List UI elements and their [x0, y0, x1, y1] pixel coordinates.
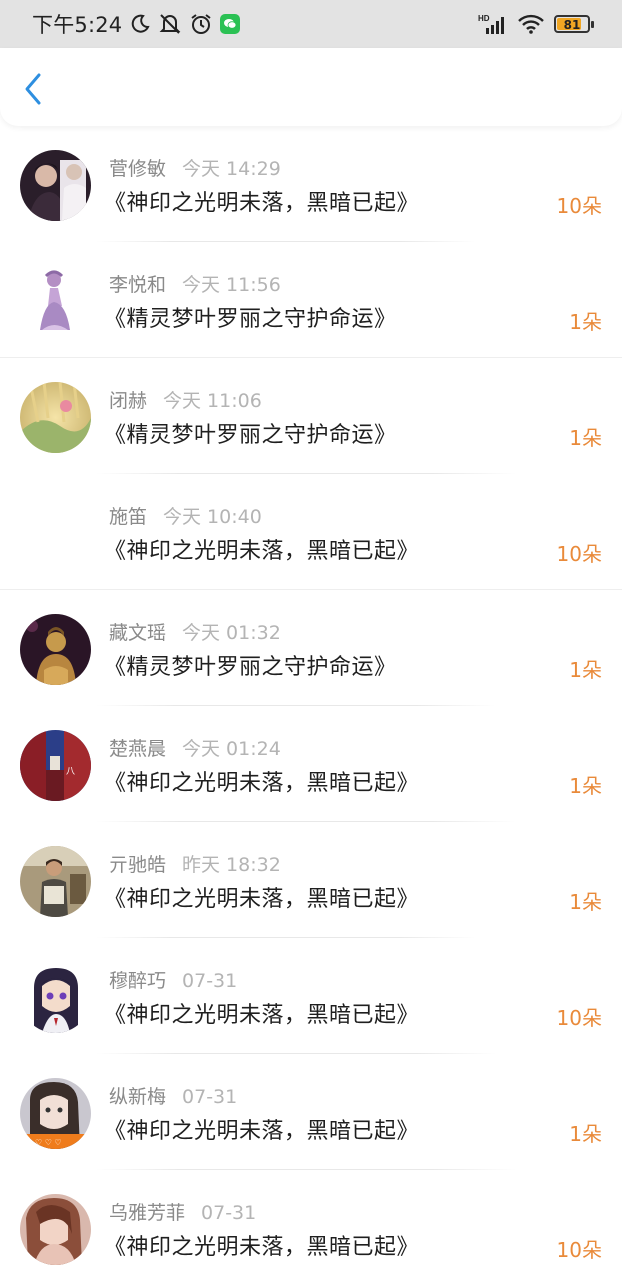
flower-count: 1朵	[569, 774, 602, 798]
sender-name[interactable]: 施笛	[109, 506, 147, 528]
gift-row[interactable]: 藏文瑶 今天 01:32 《精灵梦叶罗丽之守护命运》 1朵	[0, 590, 622, 706]
mute-icon	[158, 13, 182, 35]
flower-count: 10朵	[556, 1006, 602, 1030]
svg-text:♡ ♡ ♡: ♡ ♡ ♡	[35, 1138, 62, 1147]
avatar[interactable]	[20, 382, 91, 453]
chevron-left-icon	[25, 73, 41, 105]
gift-row[interactable]: 李悦和 今天 11:56 《精灵梦叶罗丽之守护命运》 1朵	[0, 242, 622, 358]
flower-count: 1朵	[569, 1122, 602, 1146]
gift-time: 今天 10:40	[163, 506, 262, 528]
sender-line: 纵新梅 07-31	[109, 1082, 237, 1109]
sender-line: 楚燕晨 今天 01:24	[109, 734, 281, 761]
avatar[interactable]	[20, 266, 91, 337]
flower-count: 1朵	[569, 426, 602, 450]
book-title[interactable]: 《精灵梦叶罗丽之守护命运》	[104, 417, 397, 449]
wifi-icon	[518, 14, 544, 34]
network-label: HD	[478, 14, 490, 23]
book-title[interactable]: 《神印之光明未落，黑暗已起》	[104, 533, 419, 565]
sender-name[interactable]: 纵新梅	[109, 1086, 166, 1108]
wechat-icon	[220, 14, 241, 34]
sender-line: 乌雅芳菲 07-31	[109, 1198, 256, 1225]
gift-row[interactable]: ♡ ♡ ♡ 纵新梅 07-31 《神印之光明未落，黑暗已起》 1朵	[0, 1054, 622, 1170]
moon-icon	[130, 14, 150, 34]
alarm-icon	[190, 13, 212, 35]
status-bar: 下午5:24 HD 81	[0, 0, 622, 48]
gift-row[interactable]: 乌雅芳菲 07-31 《神印之光明未落，黑暗已起》 10朵	[0, 1170, 622, 1280]
battery-icon: 81	[554, 15, 594, 33]
flower-count: 1朵	[569, 658, 602, 682]
sender-name[interactable]: 闭赫	[109, 390, 147, 412]
sender-name[interactable]: 亓驰皓	[109, 854, 166, 876]
gift-time: 今天 11:56	[182, 274, 281, 296]
gift-list: 菅修敏 今天 14:29 《神印之光明未落，黑暗已起》 10朵 李悦和 今天 11:56 《…	[0, 126, 622, 1280]
sender-line: 闭赫 今天 11:06	[109, 386, 262, 413]
gift-row[interactable]: 菅修敏 今天 14:29 《神印之光明未落，黑暗已起》 10朵	[0, 126, 622, 242]
gift-row[interactable]: 施笛 今天 10:40 《神印之光明未落，黑暗已起》 10朵	[0, 474, 622, 590]
flower-count: 10朵	[556, 194, 602, 218]
sender-name[interactable]: 楚燕晨	[109, 738, 166, 760]
gift-time: 07-31	[182, 1086, 238, 1108]
sender-name[interactable]: 穆醉巧	[109, 970, 166, 992]
avatar[interactable]	[20, 1194, 91, 1265]
avatar[interactable]	[20, 498, 91, 569]
back-button[interactable]	[16, 72, 50, 106]
avatar[interactable]: ♡ ♡ ♡	[20, 1078, 91, 1149]
sender-line: 菅修敏 今天 14:29	[109, 154, 281, 181]
gift-time: 今天 14:29	[182, 158, 281, 180]
flower-count: 1朵	[569, 890, 602, 914]
status-right: HD 81	[478, 13, 594, 35]
sender-name[interactable]: 李悦和	[109, 274, 166, 296]
gift-row[interactable]: 穆醉巧 07-31 《神印之光明未落，黑暗已起》 10朵	[0, 938, 622, 1054]
book-title[interactable]: 《精灵梦叶罗丽之守护命运》	[104, 301, 397, 333]
gift-time: 07-31	[201, 1202, 257, 1224]
gift-time: 07-31	[182, 970, 238, 992]
book-title[interactable]: 《神印之光明未落，黑暗已起》	[104, 1113, 419, 1145]
status-time: 下午5:24	[32, 13, 123, 37]
gift-row[interactable]: 亓驰皓 昨天 18:32 《神印之光明未落，黑暗已起》 1朵	[0, 822, 622, 938]
avatar[interactable]	[20, 846, 91, 917]
gift-row[interactable]: 八 楚燕晨 今天 01:24 《神印之光明未落，黑暗已起》 1朵	[0, 706, 622, 822]
avatar[interactable]: 八	[20, 730, 91, 801]
sender-name[interactable]: 乌雅芳菲	[109, 1202, 185, 1224]
status-left: 下午5:24	[32, 9, 241, 39]
gift-row[interactable]: 闭赫 今天 11:06 《精灵梦叶罗丽之守护命运》 1朵	[0, 358, 622, 474]
sender-line: 藏文瑶 今天 01:32	[109, 618, 281, 645]
book-title[interactable]: 《神印之光明未落，黑暗已起》	[104, 881, 419, 913]
avatar[interactable]	[20, 962, 91, 1033]
gift-time: 今天 01:32	[182, 622, 281, 644]
book-title[interactable]: 《神印之光明未落，黑暗已起》	[104, 1229, 419, 1261]
book-title[interactable]: 《神印之光明未落，黑暗已起》	[104, 997, 419, 1029]
book-title[interactable]: 《神印之光明未落，黑暗已起》	[104, 765, 419, 797]
signal-icon: HD	[478, 13, 508, 35]
svg-text:八: 八	[66, 767, 75, 777]
avatar[interactable]	[20, 150, 91, 221]
sender-line: 亓驰皓 昨天 18:32	[109, 850, 281, 877]
battery-cap	[591, 21, 594, 28]
sender-line: 李悦和 今天 11:56	[109, 270, 281, 297]
sender-name[interactable]: 菅修敏	[109, 158, 166, 180]
sender-line: 穆醉巧 07-31	[109, 966, 237, 993]
sender-line: 施笛 今天 10:40	[109, 502, 262, 529]
gift-time: 昨天 18:32	[182, 854, 281, 876]
sender-name[interactable]: 藏文瑶	[109, 622, 166, 644]
book-title[interactable]: 《精灵梦叶罗丽之守护命运》	[104, 649, 397, 681]
flower-count: 10朵	[556, 542, 602, 566]
flower-count: 10朵	[556, 1238, 602, 1262]
flower-count: 1朵	[569, 310, 602, 334]
header-bar	[0, 48, 622, 126]
book-title[interactable]: 《神印之光明未落，黑暗已起》	[104, 185, 419, 217]
gift-time: 今天 01:24	[182, 738, 281, 760]
avatar[interactable]	[20, 614, 91, 685]
gift-time: 今天 11:06	[163, 390, 262, 412]
battery-level: 81	[563, 18, 581, 32]
